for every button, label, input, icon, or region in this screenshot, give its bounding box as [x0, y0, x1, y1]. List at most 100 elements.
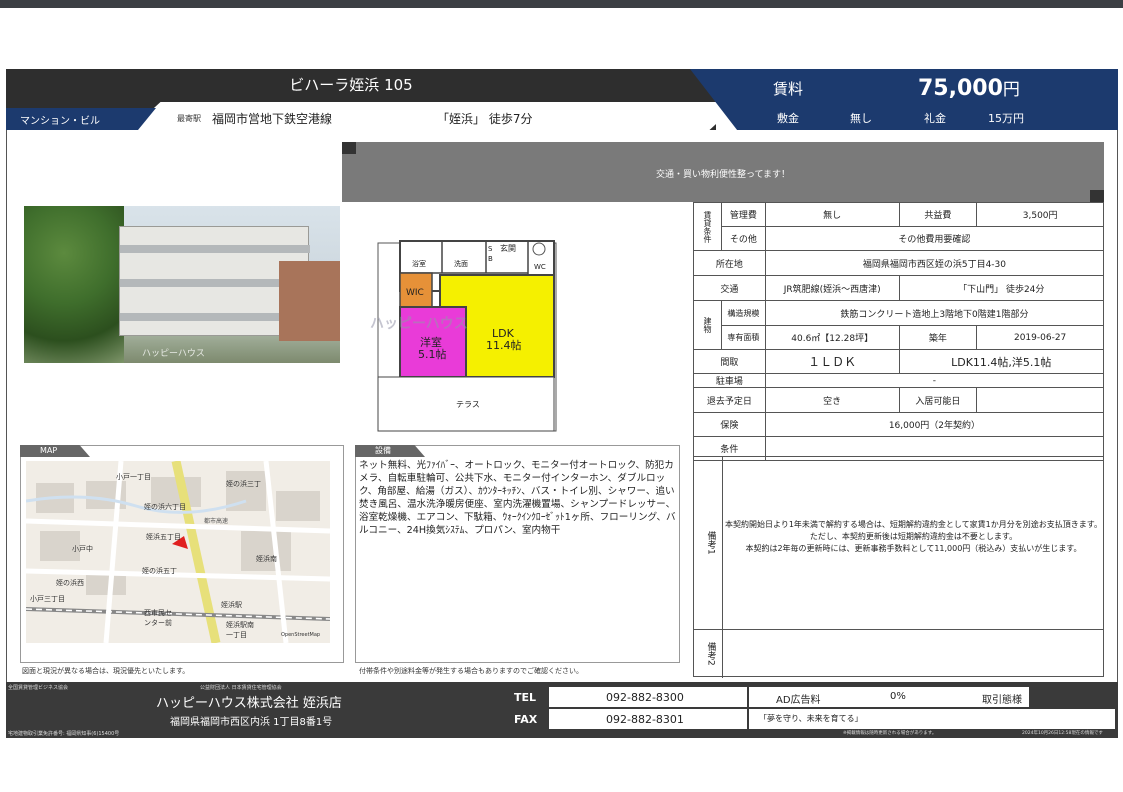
transport-label: 交通: [693, 275, 766, 301]
parking-label: 駐車場: [693, 373, 766, 388]
remarks2-label: 備考2: [694, 629, 723, 678]
room-western-size: 5.1帖: [418, 348, 447, 361]
remarks-divider: [723, 629, 1104, 630]
station-walk: 「姪浜」 徒歩7分: [437, 112, 533, 126]
map-attribution: OpenStreetMap: [281, 632, 320, 638]
remarks1-label: 備考1: [694, 457, 723, 629]
area-label: 専有面積: [720, 325, 766, 350]
insurance-value: 16,000円（2年契約）: [764, 412, 1105, 437]
catchcopy-band: 交通・買い物利便性整ってます！: [342, 142, 1104, 202]
map-label: 姪浜五丁目: [146, 532, 181, 541]
layout-label: 間取: [693, 349, 766, 374]
common-fee-value: 3,500円: [976, 202, 1104, 227]
other-label: その他: [720, 226, 766, 251]
transport-station: 「下山門」 徒歩24分: [898, 275, 1105, 301]
room-wc: WC: [534, 263, 546, 271]
company-motto: 「夢を守り、未来を育てる」: [759, 714, 863, 723]
map-label: 西市民セ: [144, 608, 172, 617]
layout-detail: LDK11.4帖,洋5.1帖: [898, 349, 1105, 374]
map-label: 都市高速: [204, 517, 228, 525]
company-name: ハッピーハウス株式会社 姪浜店: [156, 696, 342, 711]
map-label: 姪の浜六丁目: [144, 502, 186, 511]
map-note: 図面と現況が異なる場合は、現況優先といたします。: [22, 667, 190, 675]
vacate-label: 退去予定日: [693, 387, 766, 413]
mgmt-fee-value: 無し: [764, 202, 900, 227]
rent-value: 75,000円: [918, 76, 1020, 101]
map-label: 小戸中: [72, 544, 93, 553]
fax-number: 092-882-8301: [606, 713, 684, 726]
room-ldk-size: 11.4帖: [486, 339, 522, 352]
room-s: S: [488, 245, 493, 253]
map-label: ンター前: [144, 618, 172, 627]
room-western: 洋室: [420, 335, 442, 349]
property-title: ビハーラ姪浜 105: [289, 76, 413, 94]
fax-label: FAX: [514, 713, 538, 726]
address-label: 所在地: [693, 250, 766, 276]
corner-mark: [342, 142, 356, 154]
address-value: 福岡県福岡市西区姪の浜5丁目4-30: [764, 250, 1105, 276]
movein-label: 入居可能日: [898, 387, 978, 413]
layout-value: １ＬＤＫ: [764, 349, 900, 374]
corner-mark: [1090, 190, 1104, 202]
structure-label: 構造規模: [720, 300, 766, 326]
remarks1-text: 本契約開始日より1年未満で解約する場合は、短期解約違約金として家賃1か月分を別途…: [725, 520, 1102, 553]
building-photo: ハッピーハウス: [24, 206, 340, 363]
built-value: 2019-06-27: [976, 325, 1104, 350]
photo-trees: [24, 206, 124, 363]
map-image[interactable]: 小戸一丁目 姪の浜三丁 姪の浜六丁目 姪浜五丁目 小戸中 姪の浜五丁 姪の浜西 …: [26, 461, 330, 643]
insurance-label: 保険: [693, 412, 766, 437]
tel-number[interactable]: 092-882-8300: [606, 691, 684, 704]
transport-line: JR筑肥線(姪浜～西唐津): [764, 275, 900, 301]
movein-value: [976, 387, 1104, 413]
room-bath: 浴室: [412, 259, 426, 268]
property-details-table: 賃貸条件 管理費 無し 共益費 3,500円 その他 その他費用要確認 所在地 …: [693, 202, 1105, 461]
license-number: 宅地建物取引業免許番号: 福岡県知事(6)15400号: [8, 731, 120, 737]
built-label: 築年: [898, 325, 978, 350]
other-value: その他費用要確認: [764, 226, 1105, 251]
map-label: 一丁目: [226, 631, 247, 639]
window-top-bar: [0, 0, 1123, 8]
room-terrace: テラス: [456, 400, 480, 409]
room-washroom: 洗面: [454, 259, 468, 268]
photo-neighbor-building: [279, 261, 340, 341]
key-money-label: 礼金: [924, 112, 946, 125]
room-b: B: [488, 255, 493, 263]
parking-value: -: [764, 373, 1105, 388]
key-money-value: 15万円: [988, 112, 1024, 125]
map-label: 小戸一丁目: [116, 472, 151, 481]
area-value: 40.6㎡【12.28坪】: [764, 325, 900, 350]
map-tag: MAP: [20, 445, 90, 457]
equipment-list: ネット無料、光ﾌｧｲﾊﾞｰ、オートロック、モニター付オートロック、防犯カメラ、自…: [359, 460, 676, 536]
deposit-label: 敷金: [777, 112, 799, 125]
tel-label: TEL: [514, 691, 537, 704]
remarks-box: 備考1 本契約開始日より1年未満で解約する場合は、短期解約違約金として家賃1か月…: [693, 456, 1104, 678]
deal-mode-label: 取引態様: [982, 695, 1022, 706]
map-label: 姪浜南: [256, 554, 277, 563]
floor-plan: 浴室 洗面 玄関 WC WIC S B LDK 11.4帖 洋室 5.1帖 テラ…: [377, 240, 557, 432]
property-type-badge: マンション・ビル: [6, 108, 156, 130]
deposit-value: 無し: [850, 112, 872, 125]
structure-value: 鉄筋コンクリート造地上3階地下0階建1階部分: [764, 300, 1105, 326]
association-label: 全国賃貸管理ビジネス協会: [8, 685, 69, 691]
map-label: 姪の浜西: [56, 578, 84, 587]
price-panel: [690, 69, 1118, 130]
room-wic: WIC: [406, 288, 424, 298]
nearest-station-label: 最寄駅: [177, 114, 201, 123]
equipment-note: 付帯条件や別途料金等が発生する場合もありますのでご確認ください。: [359, 667, 583, 675]
map-label: 姪浜駅: [221, 600, 242, 609]
map-label: 姪の浜五丁: [142, 566, 177, 575]
ad-fee-label: AD広告料: [776, 695, 821, 706]
building-label: 建物: [693, 300, 722, 350]
association-label-2: 公益財団法人 日本賃貸住宅管理協会: [200, 685, 282, 691]
rent-terms-label: 賃貸条件: [693, 202, 722, 251]
room-entrance: 玄関: [500, 243, 516, 253]
map-label: 姪浜駅南: [226, 620, 254, 629]
company-address: 福岡県福岡市西区内浜 1丁目8番1号: [170, 717, 333, 728]
map-label: 小戸三丁目: [30, 594, 65, 603]
train-line: 福岡市営地下鉄空港線: [212, 112, 333, 126]
info-date: 2024年10月26日12:58現在の情報です: [1022, 731, 1103, 736]
equipment-tag: 設備: [355, 445, 425, 457]
common-fee-label: 共益費: [898, 202, 978, 227]
vacate-value: 空き: [764, 387, 900, 413]
photo-watermark: ハッピーハウス: [142, 349, 205, 359]
